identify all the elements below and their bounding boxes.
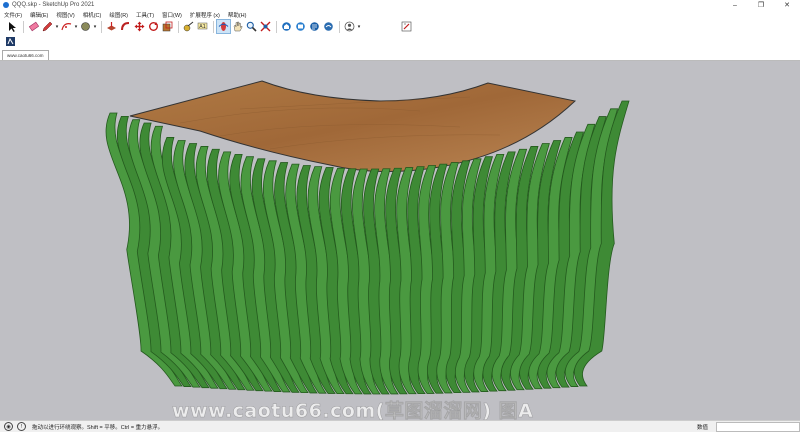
status-bar: ◉ ! 拖动以进行环绕观察。Shift = 平移。Ctrl = 重力悬浮。 数值 <box>0 420 800 432</box>
window-title: QQQ.skp - SketchUp Pro 2021 <box>12 2 95 8</box>
zoom-icon[interactable] <box>245 20 258 33</box>
menu-edit[interactable]: 编辑(E) <box>26 11 52 19</box>
warehouse-icon[interactable] <box>280 20 293 33</box>
toolbar-separator <box>100 20 102 33</box>
toolbar-separator <box>275 20 277 33</box>
sketchup-app-icon <box>3 2 9 8</box>
menu-extensions[interactable]: 扩展程序 (x) <box>186 11 224 19</box>
text-icon[interactable]: A1 <box>196 20 209 33</box>
secondary-toolbar <box>0 34 800 48</box>
menu-bar: 文件(F) 编辑(E) 视图(V) 相机(C) 绘图(R) 工具(T) 窗口(W… <box>0 10 800 19</box>
scene-tabs: www.caotu66.com <box>0 48 800 61</box>
geolocation-icon[interactable]: ◉ <box>4 422 13 431</box>
arc-icon[interactable] <box>60 20 73 33</box>
minimize-button[interactable]: – <box>722 0 748 10</box>
pan-icon[interactable] <box>231 20 244 33</box>
menu-camera[interactable]: 相机(C) <box>79 11 106 19</box>
menu-window[interactable]: 窗口(W) <box>158 11 186 19</box>
pencil-icon[interactable] <box>41 20 54 33</box>
toolbar-separator <box>212 20 214 33</box>
tape-icon[interactable] <box>182 20 195 33</box>
select-icon[interactable] <box>6 20 19 33</box>
orbit-icon[interactable] <box>216 19 231 34</box>
pushpull-icon[interactable] <box>105 20 118 33</box>
pencil-dropdown-icon[interactable]: ▾ <box>55 20 60 33</box>
watermark-text: www.caotu66.com(草图溜溜网) 图A <box>172 400 534 423</box>
scene-tab[interactable]: www.caotu66.com <box>2 50 49 60</box>
toolbar-separator <box>22 20 24 33</box>
toolbar-separator <box>177 20 179 33</box>
model-viewport[interactable] <box>0 61 800 420</box>
info-icon[interactable]: ! <box>17 422 26 431</box>
measurements-label: 数值 <box>697 425 709 431</box>
main-toolbar: ▾ ▾ ▾ A1 ▾ <box>0 19 800 34</box>
extension-warehouse-icon[interactable] <box>294 20 307 33</box>
title-bar: QQQ.skp - SketchUp Pro 2021 – ❐ ✕ <box>0 0 800 10</box>
shape-icon[interactable] <box>79 20 92 33</box>
toolbar-separator <box>338 20 340 33</box>
move-icon[interactable] <box>133 20 146 33</box>
scale-icon[interactable] <box>161 20 174 33</box>
shape-dropdown-icon[interactable]: ▾ <box>93 20 98 33</box>
zoom-extents-icon[interactable] <box>259 20 272 33</box>
account-dropdown-icon[interactable]: ▾ <box>357 20 362 33</box>
status-hint: 拖动以进行环绕观察。Shift = 平移。Ctrl = 重力悬浮。 <box>32 424 164 431</box>
menu-file[interactable]: 文件(F) <box>0 11 26 19</box>
model-drawing <box>105 80 630 395</box>
rotate-icon[interactable] <box>147 20 160 33</box>
maximize-button[interactable]: ❐ <box>748 0 774 10</box>
followme-icon[interactable] <box>119 20 132 33</box>
menu-tools[interactable]: 工具(T) <box>132 11 158 19</box>
menu-help[interactable]: 帮助(H) <box>224 11 251 19</box>
account-icon[interactable] <box>343 20 356 33</box>
close-button[interactable]: ✕ <box>774 0 800 10</box>
arc-dropdown-icon[interactable]: ▾ <box>74 20 79 33</box>
plugin-icon[interactable] <box>4 35 17 48</box>
menu-draw[interactable]: 绘图(R) <box>105 11 132 19</box>
eraser-icon[interactable] <box>27 20 40 33</box>
svg-text:A1: A1 <box>199 24 206 30</box>
extension-manager-icon[interactable] <box>322 20 335 33</box>
window-controls: – ❐ ✕ <box>722 0 800 10</box>
ruby-icon[interactable] <box>400 20 413 33</box>
menu-view[interactable]: 视图(V) <box>52 11 78 19</box>
layout-icon[interactable] <box>308 20 321 33</box>
